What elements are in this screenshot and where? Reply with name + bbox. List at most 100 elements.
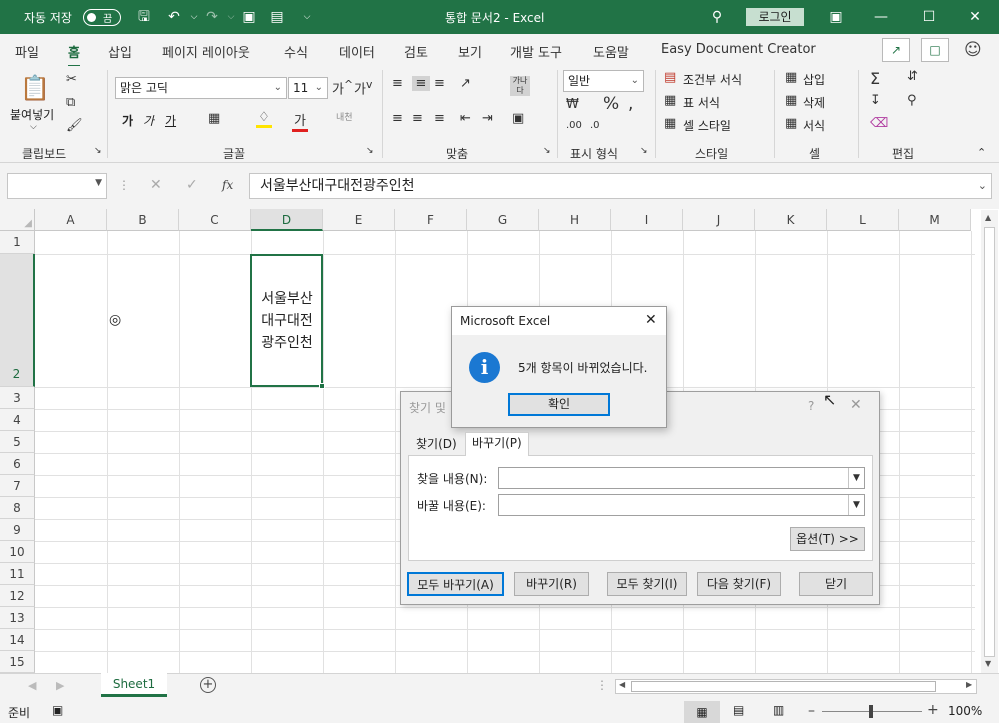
merge-center-icon[interactable]: ▣ [512,111,524,126]
help-icon[interactable]: ? [808,399,814,413]
column-header-f[interactable]: F [395,209,467,231]
fill-handle[interactable] [319,383,325,389]
tab-developer[interactable]: 개발 도구 [510,42,562,61]
horizontal-scrollbar[interactable]: ◀ ▶ [615,679,977,694]
redo-icon[interactable]: ↷ [203,8,221,26]
tab-view[interactable]: 보기 [458,42,482,61]
comments-icon[interactable]: □ [921,38,949,62]
collapse-ribbon-icon[interactable]: ⌃ [977,146,986,159]
row-header-12[interactable]: 12 [0,585,35,607]
align-right-icon[interactable]: ≡ [434,111,445,126]
normal-view-icon[interactable]: ▦ [684,701,720,723]
format-cells-button[interactable]: 서식 [803,117,825,134]
underline-button[interactable]: 가 [165,112,176,129]
cut-icon[interactable]: ✂ [66,72,77,87]
align-left-icon[interactable]: ≡ [392,111,403,126]
row-header-15[interactable]: 15 [0,651,35,673]
align-top-icon[interactable]: ≡ [392,76,403,91]
cancel-icon[interactable]: ✕ [150,177,162,193]
autosum-icon[interactable]: Σ [870,69,880,88]
italic-button[interactable]: 가 [143,112,154,129]
font-color-icon[interactable]: 가 [292,110,308,132]
autosave-toggle[interactable]: 끔 [83,9,121,26]
fill-icon[interactable]: ↧ [870,93,881,108]
dialog-close-icon[interactable]: ✕ [850,397,862,413]
paste-icon[interactable]: 📋 [20,74,50,102]
tab-data[interactable]: 데이터 [339,42,375,61]
cell-b2[interactable]: ◎ [109,312,121,328]
next-sheet-icon[interactable]: ▶ [56,679,64,692]
insert-function-button[interactable]: fx [222,178,233,192]
macro-record-icon[interactable]: ▣ [52,703,63,717]
column-header-a[interactable]: A [35,209,107,231]
tab-home[interactable]: 홈 [68,42,80,68]
customize-quick-access-icon[interactable]: ⌵ [298,8,316,26]
row-header-10[interactable]: 10 [0,541,35,563]
row-header-8[interactable]: 8 [0,497,35,519]
alignment-launcher-icon[interactable]: ↘ [543,146,551,156]
row-header-14[interactable]: 14 [0,629,35,651]
column-header-d[interactable]: D [251,209,323,231]
column-header-c[interactable]: C [179,209,251,231]
percent-icon[interactable]: % [603,94,619,114]
increase-font-icon[interactable]: 가^ [332,78,353,97]
row-header-9[interactable]: 9 [0,519,35,541]
comma-icon[interactable]: , [628,94,633,114]
select-all-corner[interactable]: ◢ [0,209,35,231]
number-launcher-icon[interactable]: ↘ [640,146,648,156]
row-header-4[interactable]: 4 [0,409,35,431]
row-header-11[interactable]: 11 [0,563,35,585]
sort-filter-icon[interactable]: ⇵ [907,69,918,84]
ok-button[interactable]: 확인 [508,393,610,416]
layout-icon[interactable]: ▤ [268,8,286,26]
zoom-slider-thumb[interactable] [869,705,873,718]
fill-color-icon[interactable]: ♢ [256,110,272,128]
scroll-right-icon[interactable]: ▶ [966,680,972,689]
chevron-down-icon[interactable]: ▼ [848,468,864,488]
prev-sheet-icon[interactable]: ◀ [28,679,36,692]
increase-indent-icon[interactable]: ⇥ [482,111,493,126]
feedback-smiley-icon[interactable]: ☺ [964,40,982,60]
tab-page-layout[interactable]: 페이지 레이아웃 [162,42,250,61]
find-what-input[interactable]: ▼ [498,467,865,489]
close-icon[interactable]: ✕ [964,7,986,27]
replace-with-input[interactable]: ▼ [498,494,865,516]
paste-label[interactable]: 붙여넣기 [10,106,54,123]
delete-cells-button[interactable]: 삭제 [803,94,825,111]
share-icon[interactable]: ↗ [882,38,910,62]
maximize-icon[interactable]: ☐ [918,7,940,27]
cell-styles-button[interactable]: 셀 스타일 [683,117,731,134]
column-header-b[interactable]: B [107,209,179,231]
clear-icon[interactable]: ⌫ [870,116,888,131]
replace-button[interactable]: 바꾸기(R) [514,572,589,596]
column-header-k[interactable]: K [755,209,827,231]
add-sheet-icon[interactable]: + [200,677,216,693]
zoom-in-icon[interactable]: + [927,702,939,718]
insert-cells-button[interactable]: 삽입 [803,71,825,88]
tab-find[interactable]: 찾기(D) [410,434,463,456]
tab-review[interactable]: 검토 [404,42,428,61]
tab-file[interactable]: 파일 [15,42,39,61]
find-select-icon[interactable]: ⚲ [907,93,917,108]
scroll-left-icon[interactable]: ◀ [619,680,625,689]
minimize-icon[interactable]: — [870,7,892,27]
find-all-button[interactable]: 모두 찾기(I) [607,572,687,596]
close-button[interactable]: 닫기 [799,572,873,596]
font-name-select[interactable]: 맑은 고딕 ⌄ [115,77,287,99]
redo-dropdown-icon[interactable]: ⌵ [222,8,240,26]
borders-icon[interactable]: ▦ [208,111,220,126]
find-next-button[interactable]: 다음 찾기(F) [697,572,781,596]
tab-split-icon[interactable]: ⋮ [596,678,608,692]
decrease-font-icon[interactable]: 가v [354,78,372,97]
formula-input[interactable]: 서울부산대구대전광주인천 ⌄ [249,173,992,199]
row-header-7[interactable]: 7 [0,475,35,497]
decrease-indent-icon[interactable]: ⇤ [460,111,471,126]
format-painter-icon[interactable]: 🖌 [66,118,83,133]
chevron-down-icon[interactable]: ▼ [848,495,864,515]
undo-icon[interactable]: ↶ [165,8,183,26]
save-icon[interactable]: 🖫 [135,8,153,26]
bold-button[interactable]: 가 [122,112,133,129]
row-header-13[interactable]: 13 [0,607,35,629]
format-as-table-button[interactable]: 표 서식 [683,94,720,111]
replace-all-button[interactable]: 모두 바꾸기(A) [407,572,504,596]
